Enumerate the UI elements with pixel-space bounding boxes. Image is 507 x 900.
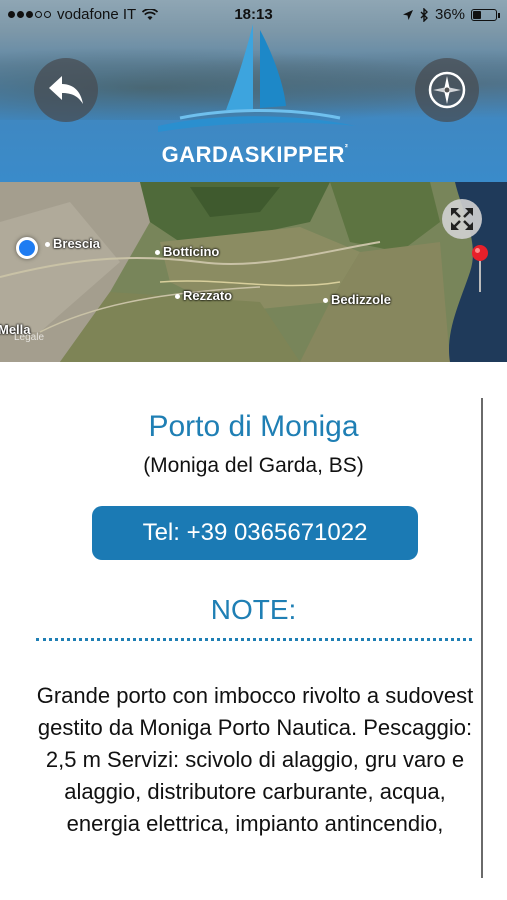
compass-icon (428, 71, 466, 109)
compass-button[interactable] (415, 58, 479, 122)
place-location: (Moniga del Garda, BS) (143, 454, 364, 477)
bluetooth-icon (420, 7, 428, 22)
expand-map-button[interactable] (442, 199, 482, 239)
call-button[interactable]: Tel: +39 0365671022 (92, 506, 418, 560)
map-terrain (0, 182, 507, 362)
map-label-bedizzole-text: Bedizzole (331, 292, 391, 307)
map-label-rezzato-text: Rezzato (183, 288, 233, 303)
current-location-marker (16, 237, 38, 259)
map-label-rezzato: Rezzato (175, 288, 232, 303)
logo-wordmark: GARDASKIPPER (161, 142, 345, 167)
logo-superscript: ² (344, 142, 349, 152)
notes-text: Grande porto con imbocco rivolto a sudov… (36, 683, 474, 836)
map-view[interactable]: Brescia Botticino Rezzato Bedizzole Mell… (0, 182, 507, 362)
app-header: vodafone IT 18:13 36% GARDASKIPPER² (0, 0, 507, 182)
back-button[interactable] (34, 58, 98, 122)
detail-panel: Porto di Moniga (Moniga del Garda, BS) T… (0, 362, 507, 900)
map-pin-icon[interactable] (471, 244, 491, 294)
map-label-brescia: Brescia (45, 236, 100, 251)
battery-level (473, 10, 481, 19)
sailboat-icon (158, 24, 356, 132)
battery-percent: 36% (434, 6, 465, 23)
map-label-botticino-text: Botticino (163, 244, 220, 259)
map-label-bedizzole: Bedizzole (323, 292, 391, 307)
logo-text: GARDASKIPPER² (150, 142, 360, 168)
back-arrow-icon (49, 76, 83, 104)
status-right: 36% (402, 6, 500, 23)
map-label-botticino: Botticino (155, 244, 219, 259)
place-title: Porto di Moniga (148, 410, 359, 443)
location-arrow-icon (402, 9, 413, 20)
gardaskipper-logo: GARDASKIPPER² (150, 22, 360, 172)
expand-icon (451, 208, 473, 230)
notes-divider (36, 638, 472, 641)
map-legal-link[interactable]: Legale (14, 332, 44, 343)
battery-icon (471, 8, 500, 21)
map-label-brescia-text: Brescia (53, 236, 100, 251)
notes-heading: NOTE: (210, 594, 297, 625)
